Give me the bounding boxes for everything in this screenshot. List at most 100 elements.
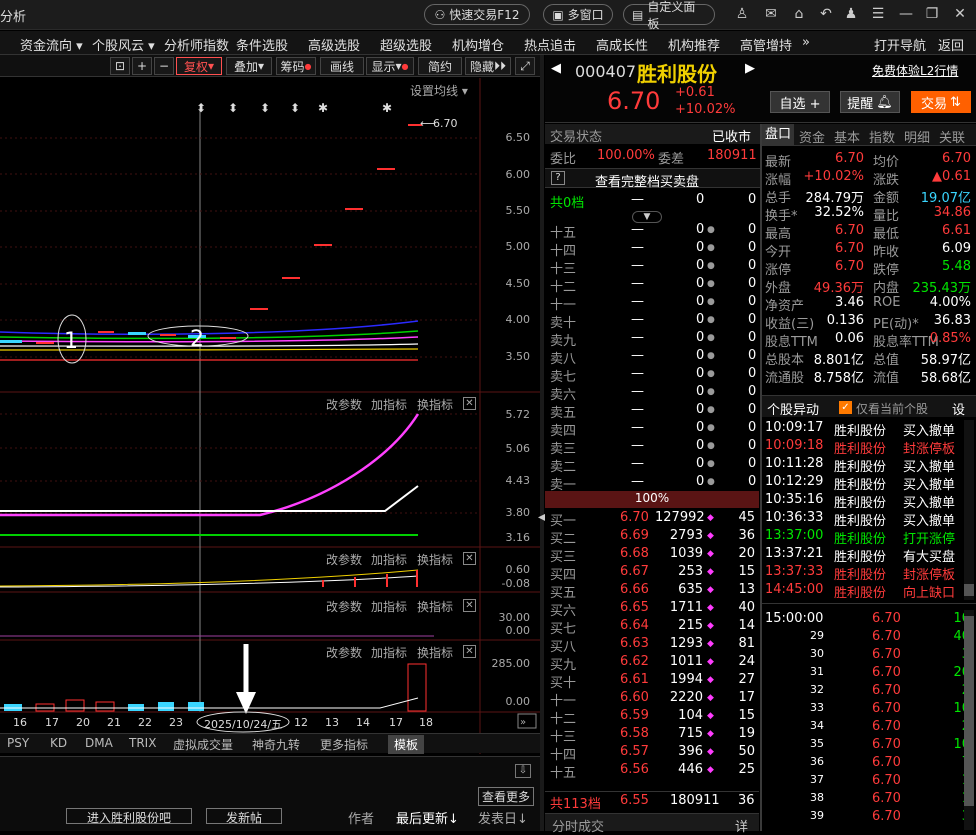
diamond-icon: ◆ — [707, 711, 714, 721]
minimize-icon[interactable]: — — [898, 6, 914, 22]
close-icon[interactable]: ✕ — [952, 6, 968, 22]
event-row[interactable]: 10:11:28 胜利股份 买入撤单 — [762, 456, 976, 475]
menu-item[interactable]: 返回 — [938, 35, 964, 54]
menu-item[interactable]: 高管增持 — [740, 35, 792, 54]
tab-related[interactable]: 关联 — [939, 127, 965, 146]
close-icon[interactable]: ✕ — [463, 552, 476, 565]
tab-nine-turns[interactable]: 神奇九转 — [252, 736, 300, 753]
kline-chart[interactable]: 1 2 ⬍ ⬍ ⬍ ⬍ ✱ ✱ ⟵ 6.70 » — [0, 78, 540, 754]
diamond-icon: ◆ — [707, 693, 714, 703]
detail-button[interactable]: 详 — [735, 816, 748, 835]
multi-window-button[interactable]: ▣ 多窗口 — [543, 4, 613, 25]
overlay-button[interactable]: 叠加 ▾ — [226, 57, 272, 75]
tab-pankou[interactable]: 盘口 — [762, 124, 794, 146]
tab-virtual-volume[interactable]: 虚拟成交量 — [173, 736, 233, 753]
level-count: 0 — [748, 294, 757, 309]
zoom-in-icon[interactable]: + — [132, 57, 152, 75]
chips-button[interactable]: 筹码 ● — [276, 57, 316, 75]
event-row[interactable]: 10:36:33 胜利股份 买入撤单 — [762, 510, 976, 529]
quote-row: 今开 6.70 昨收 6.09 — [762, 241, 976, 260]
fuquan-button[interactable]: 复权 ▾ — [176, 57, 222, 75]
ticks-scrollbar[interactable] — [964, 610, 974, 830]
event-row[interactable]: 13:37:33 胜利股份 封涨停板 — [762, 564, 976, 583]
quote-label: 最新 — [765, 155, 792, 170]
home-icon[interactable]: ⌂ — [791, 6, 807, 22]
menu-item[interactable]: 个股风云 ▾ — [92, 35, 155, 54]
menu-item[interactable]: 超级选股 — [380, 35, 432, 54]
add-watchlist-button[interactable]: 自选 + — [770, 91, 830, 113]
help-icon[interactable]: ? — [551, 171, 565, 185]
dot-icon: ● — [707, 477, 715, 487]
event-type: 封涨停板 — [903, 442, 956, 457]
event-settings-button[interactable]: 设 — [952, 399, 965, 418]
ma-settings-link[interactable]: 设置均线 ▾ — [410, 82, 468, 99]
scroll-right-icon[interactable]: » — [520, 717, 526, 728]
view-more-button[interactable]: 查看更多 — [478, 787, 535, 806]
tab-template[interactable]: 模板 — [388, 735, 425, 754]
menu-item[interactable]: 热点追击 — [524, 35, 576, 54]
draw-line-button[interactable]: 画线 — [320, 57, 364, 75]
full-book-button[interactable]: ? 查看完整档买卖盘 — [545, 168, 760, 190]
tab-basic[interactable]: 基本 — [834, 127, 860, 146]
menu-item[interactable]: 打开导航 — [874, 35, 926, 54]
event-row[interactable]: 10:09:18 胜利股份 封涨停板 — [762, 438, 976, 457]
event-row[interactable]: 13:37:00 胜利股份 打开涨停 — [762, 528, 976, 547]
hide-button[interactable]: 隐藏 ⏵⏵ — [465, 57, 511, 75]
restore-icon[interactable]: ❐ — [924, 6, 940, 22]
tab-index[interactable]: 指数 — [869, 127, 895, 146]
tab-dma[interactable]: DMA — [85, 736, 113, 750]
tab-funds[interactable]: 资金 — [799, 127, 825, 146]
close-icon[interactable]: ✕ — [463, 397, 476, 410]
event-row[interactable]: 10:12:29 胜利股份 买入撤单 — [762, 474, 976, 493]
mail-icon[interactable]: ✉ — [763, 6, 779, 22]
expand-icon[interactable]: ⤢ — [515, 57, 535, 75]
level-volume: 0 — [696, 222, 705, 237]
skin-icon[interactable]: ♟ — [843, 6, 859, 22]
menu-item[interactable]: 高成长性 — [596, 35, 648, 54]
simple-button[interactable]: 简约 — [418, 57, 462, 75]
menu-item[interactable]: 资金流向 ▾ — [20, 35, 83, 54]
zoom-out-icon[interactable]: − — [154, 57, 174, 75]
close-icon[interactable]: ✕ — [463, 599, 476, 612]
trade-button[interactable]: 交易 ⇅ — [911, 91, 971, 113]
tab-psy[interactable]: PSY — [7, 736, 29, 750]
back-icon[interactable]: ↶ — [818, 6, 834, 22]
event-row[interactable]: 10:35:16 胜利股份 买入撤单 — [762, 492, 976, 511]
custom-panel-button[interactable]: ▤ 自定义面板 — [623, 0, 715, 31]
free-l2-link[interactable]: 免费体验L2行情 — [872, 62, 958, 79]
level-label: 十二 — [550, 712, 577, 727]
menu-icon[interactable]: ☰ — [870, 6, 886, 22]
menu-item[interactable]: 机构增仓 — [452, 35, 504, 54]
menu-item[interactable]: 高级选股 — [308, 35, 360, 54]
enter-forum-button[interactable]: 进入胜利股份吧 — [66, 808, 192, 825]
tab-trix[interactable]: TRIX — [129, 736, 156, 750]
checkbox-checked-icon[interactable]: ✓ — [839, 401, 852, 414]
more-menu-icon[interactable]: » — [802, 35, 810, 50]
user-icon[interactable]: ♙ — [734, 6, 750, 22]
last-update-column[interactable]: 最后更新↓ — [396, 808, 459, 827]
tick-price: 6.70 — [872, 665, 901, 680]
new-post-button[interactable]: 发新帖 — [206, 808, 282, 825]
author-column[interactable]: 作者 — [348, 808, 374, 827]
quote-value: 5.48 — [942, 259, 971, 274]
event-row[interactable]: 13:37:21 胜利股份 有大买盘 — [762, 546, 976, 565]
tab-kd[interactable]: KD — [50, 736, 67, 750]
lock-icon[interactable]: ⊡ — [110, 57, 130, 75]
tab-more-indicators[interactable]: 更多指标 — [320, 736, 368, 753]
tab-detail[interactable]: 明细 — [904, 127, 930, 146]
menu-item[interactable]: 条件选股 — [236, 35, 288, 54]
event-row[interactable]: 10:09:17 胜利股份 买入撤单 — [762, 420, 976, 439]
display-button[interactable]: 显示 ▾ ● — [366, 57, 414, 75]
events-scrollbar[interactable] — [964, 420, 974, 600]
event-row[interactable]: 14:45:00 胜利股份 向上缺口 — [762, 582, 976, 601]
prev-stock-icon[interactable]: ◀ — [551, 61, 561, 76]
menu-item[interactable]: 机构推荐 — [668, 35, 720, 54]
menu-item[interactable]: 分析师指数 — [164, 35, 229, 54]
quote-label: 流通股 — [765, 371, 805, 386]
quick-trade-button[interactable]: ⚇ 快速交易F12 — [424, 4, 530, 25]
alert-button[interactable]: 提醒 🔔︎ — [840, 91, 900, 113]
download-icon[interactable]: ⇩ — [515, 764, 531, 778]
next-stock-icon[interactable]: ▶ — [745, 61, 755, 76]
post-date-column[interactable]: 发表日↓ — [478, 808, 528, 827]
close-icon[interactable]: ✕ — [463, 645, 476, 658]
